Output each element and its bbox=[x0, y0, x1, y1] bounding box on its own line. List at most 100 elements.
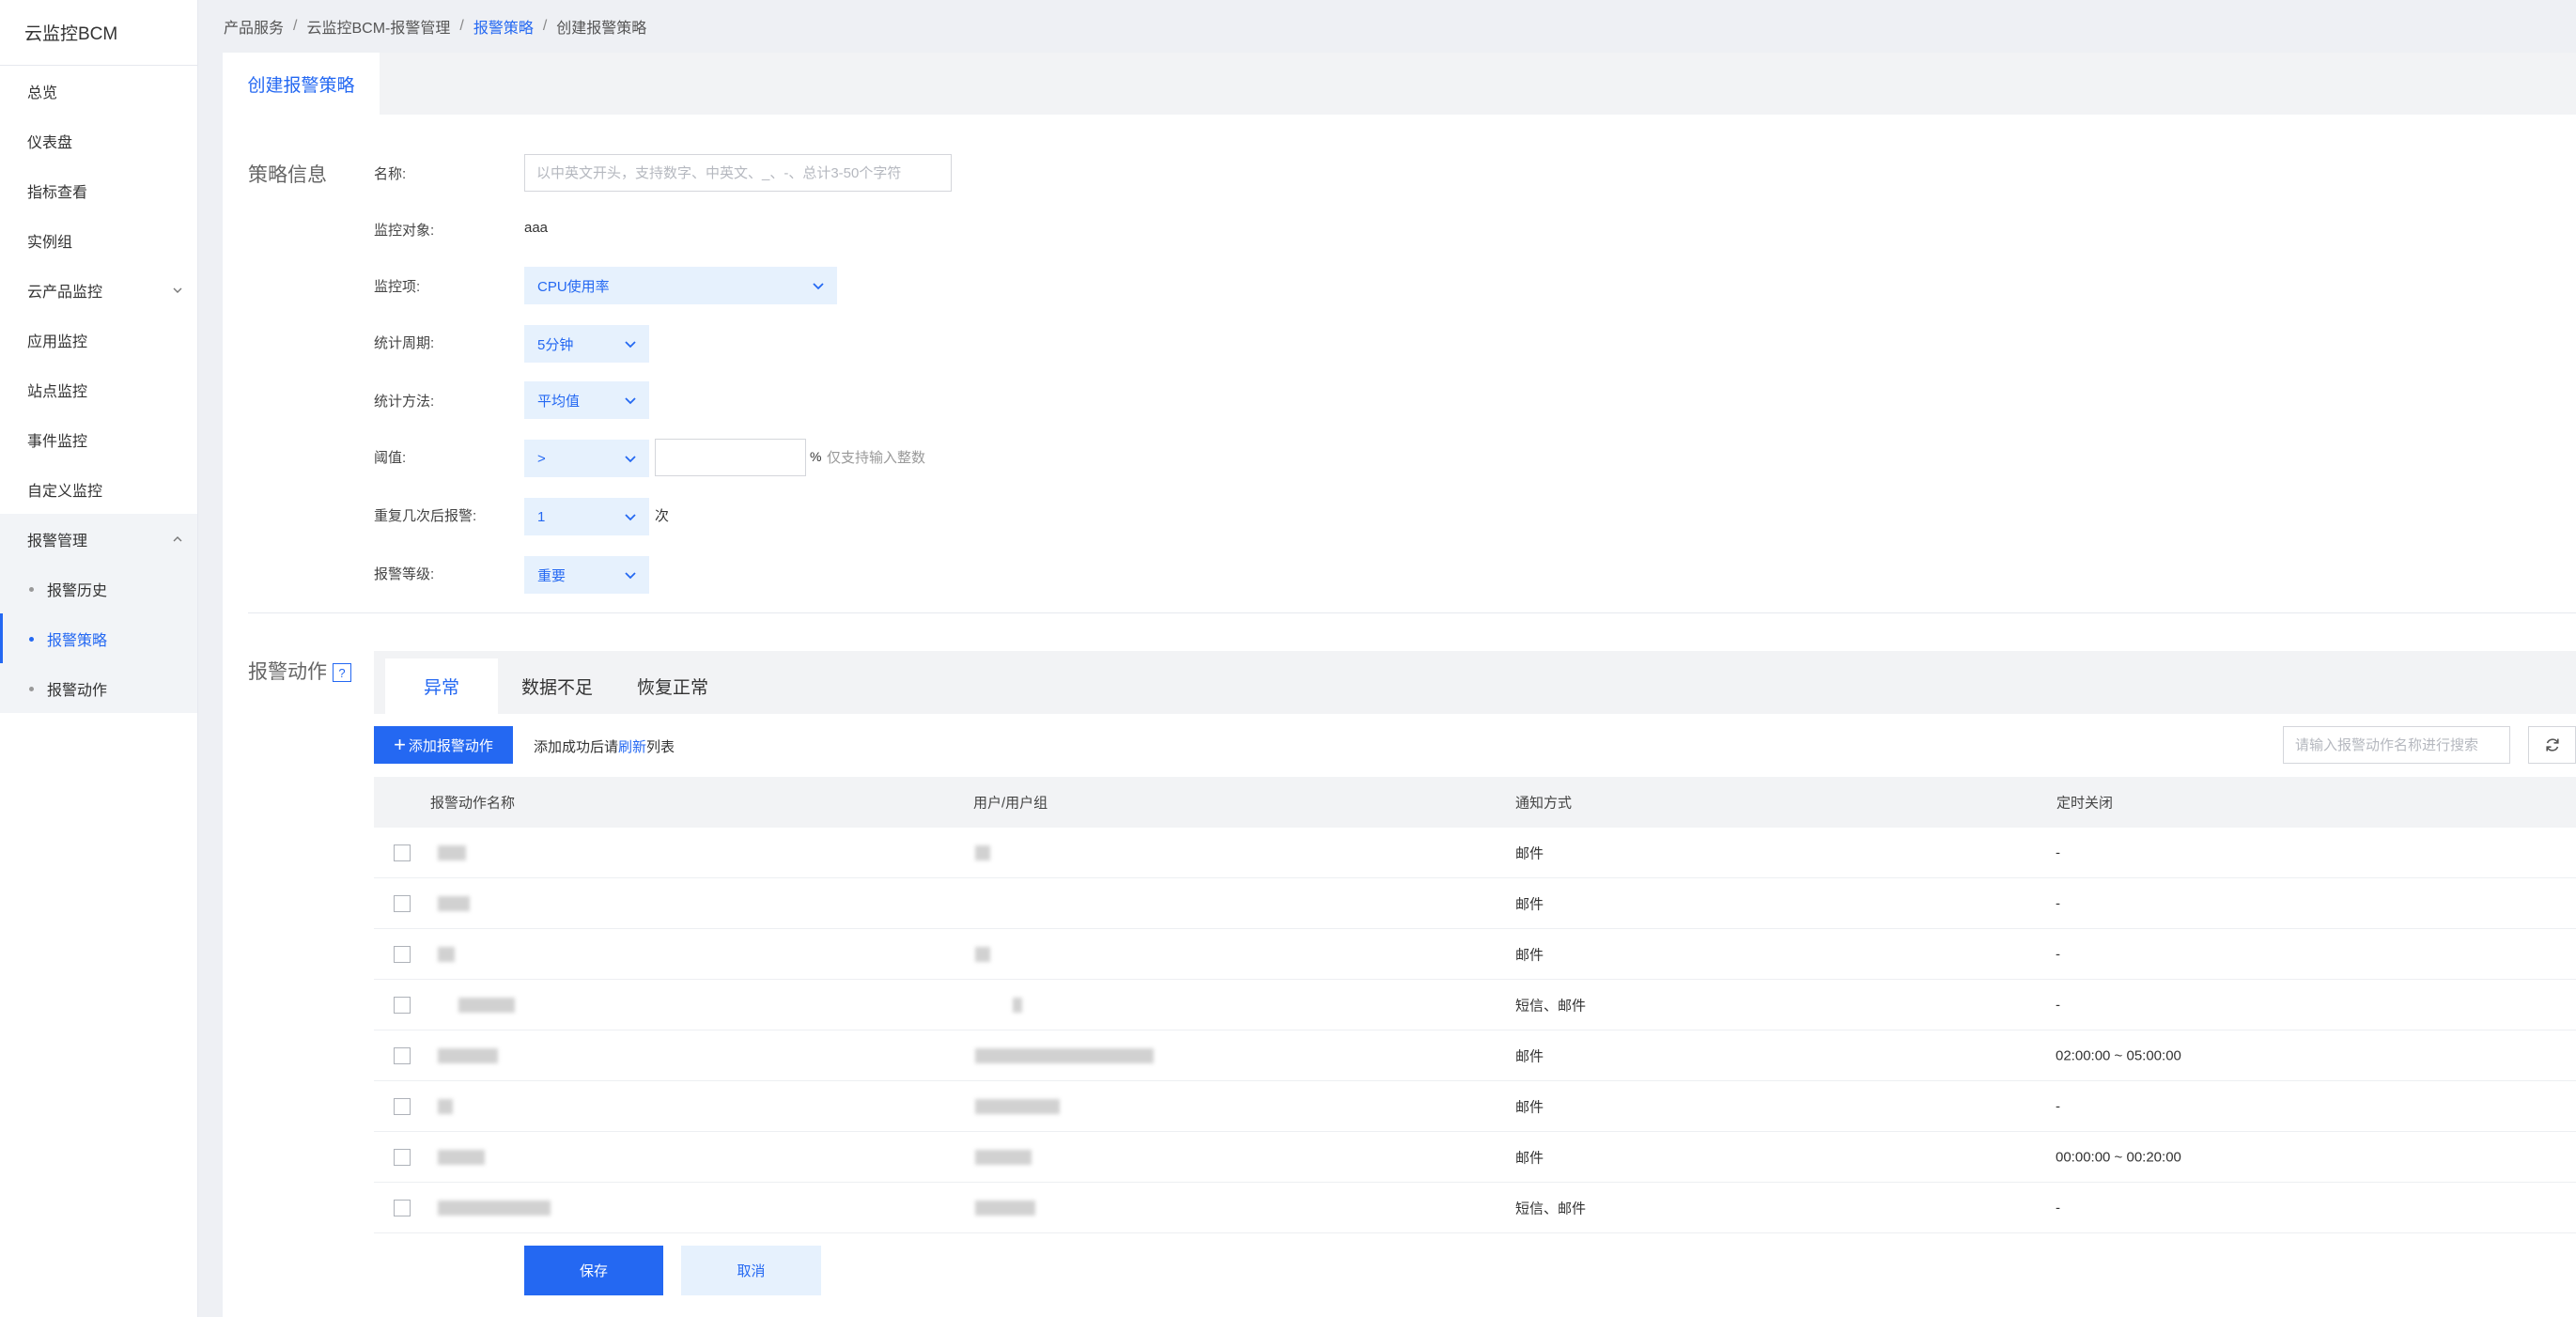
chevron-down-icon bbox=[813, 283, 824, 290]
row-checkbox[interactable] bbox=[394, 1148, 411, 1166]
sidebar-brand: 云监控BCM bbox=[0, 0, 197, 66]
repeat-select[interactable]: 1 bbox=[524, 498, 649, 535]
row-checkbox[interactable] bbox=[394, 1097, 411, 1115]
breadcrumb-item-bcm-alarm[interactable]: 云监控BCM-报警管理 bbox=[306, 15, 450, 38]
cell-schedule: 00:00:00 ~ 00:20:00 bbox=[2056, 1149, 2181, 1165]
sidebar-item-instance-group[interactable]: 实例组 bbox=[0, 215, 197, 265]
sidebar-item-site-monitor[interactable]: 站点监控 bbox=[0, 364, 197, 414]
method-select-value: 平均值 bbox=[537, 393, 581, 410]
table-row[interactable]: 邮件 - bbox=[374, 1081, 2576, 1132]
sidebar-item-label: 自定义监控 bbox=[27, 483, 103, 500]
sidebar-item-custom-monitor[interactable]: 自定义监控 bbox=[0, 464, 197, 514]
threshold-operator-select[interactable]: > bbox=[524, 440, 649, 477]
sidebar-item-label: 仪表盘 bbox=[27, 134, 73, 151]
row-checkbox[interactable] bbox=[394, 1046, 411, 1064]
add-action-button[interactable]: + 添加报警动作 bbox=[374, 726, 513, 764]
cell-schedule: - bbox=[2056, 895, 2060, 911]
table-row[interactable]: 邮件 00:00:00 ~ 00:20:00 bbox=[374, 1132, 2576, 1183]
sidebar-item-label: 站点监控 bbox=[27, 383, 88, 400]
refresh-button[interactable] bbox=[2528, 726, 2576, 764]
table-row[interactable]: 邮件 02:00:00 ~ 05:00:00 bbox=[374, 1030, 2576, 1081]
name-input[interactable] bbox=[524, 154, 952, 192]
sidebar-item-label: 实例组 bbox=[27, 234, 73, 251]
sidebar-subitem-alarm-history[interactable]: 报警历史 bbox=[0, 564, 197, 613]
tab-abnormal[interactable]: 异常 bbox=[385, 658, 498, 714]
actions-section-title-text: 报警动作 bbox=[248, 661, 327, 683]
table-row[interactable]: 短信、邮件 - bbox=[374, 1183, 2576, 1233]
name-label: 名称: bbox=[374, 166, 407, 182]
table-row[interactable]: 邮件 - bbox=[374, 929, 2576, 980]
row-checkbox[interactable] bbox=[394, 945, 411, 963]
action-search-input[interactable] bbox=[2283, 726, 2510, 764]
sidebar-item-overview[interactable]: 总览 bbox=[0, 66, 197, 116]
level-select-value: 重要 bbox=[537, 567, 566, 584]
redacted-user-group bbox=[975, 1098, 1060, 1114]
redacted-user-group bbox=[975, 1200, 1035, 1216]
sidebar-subitem-label: 报警策略 bbox=[47, 632, 108, 649]
table-row[interactable]: 邮件 - bbox=[374, 878, 2576, 929]
target-label: 监控对象: bbox=[374, 223, 435, 239]
metric-select[interactable]: CPU使用率 bbox=[524, 267, 837, 304]
plus-icon: + bbox=[394, 733, 406, 756]
cell-schedule: - bbox=[2056, 1098, 2060, 1114]
section-divider bbox=[248, 612, 2576, 613]
sidebar-subitem-label: 报警动作 bbox=[47, 682, 108, 699]
table-row[interactable]: 邮件 - bbox=[374, 828, 2576, 878]
redacted-action-name bbox=[438, 1200, 551, 1216]
period-select[interactable]: 5分钟 bbox=[524, 325, 649, 363]
table-header: 报警动作名称 用户/用户组 通知方式 定时关闭 bbox=[374, 777, 2576, 828]
redacted-user-group bbox=[975, 1047, 1154, 1063]
row-checkbox[interactable] bbox=[394, 996, 411, 1014]
cell-notify: 邮件 bbox=[1515, 947, 1544, 963]
sidebar-item-dashboard[interactable]: 仪表盘 bbox=[0, 116, 197, 165]
redacted-user-group bbox=[975, 946, 990, 962]
row-checkbox[interactable] bbox=[394, 844, 411, 861]
breadcrumb-item-current: 创建报警策略 bbox=[556, 21, 647, 37]
sidebar-subitem-alarm-policy[interactable]: 报警策略 bbox=[0, 613, 197, 663]
add-action-button-label: 添加报警动作 bbox=[408, 737, 493, 754]
cell-schedule: - bbox=[2056, 946, 2060, 962]
sidebar: 云监控BCM 总览 仪表盘 指标查看 实例组 云产品监控 应用监控 站点监控 事… bbox=[0, 0, 198, 1317]
save-button[interactable]: 保存 bbox=[524, 1246, 663, 1295]
help-icon[interactable]: ? bbox=[333, 663, 351, 683]
tab-insufficient-data[interactable]: 数据不足 bbox=[505, 658, 609, 714]
cell-schedule: - bbox=[2056, 844, 2060, 860]
sidebar-item-app-monitor[interactable]: 应用监控 bbox=[0, 315, 197, 364]
sidebar-item-label: 总览 bbox=[27, 85, 58, 101]
chevron-up-icon bbox=[173, 535, 182, 541]
bullet-icon bbox=[29, 686, 34, 691]
sidebar-item-alarm-management[interactable]: 报警管理 bbox=[0, 514, 197, 564]
repeat-unit: 次 bbox=[655, 508, 670, 524]
chevron-down-icon bbox=[625, 341, 636, 349]
redacted-action-name bbox=[438, 844, 466, 860]
threshold-input[interactable] bbox=[655, 439, 806, 476]
cell-schedule: - bbox=[2056, 1200, 2060, 1216]
breadcrumb-item-products[interactable]: 产品服务 bbox=[224, 15, 284, 38]
level-select[interactable]: 重要 bbox=[524, 556, 649, 594]
sidebar-item-metrics[interactable]: 指标查看 bbox=[0, 165, 197, 215]
row-checkbox[interactable] bbox=[394, 1199, 411, 1216]
sidebar-nav: 总览 仪表盘 指标查看 实例组 云产品监控 应用监控 站点监控 事件监控 自定义… bbox=[0, 66, 197, 713]
sidebar-item-label: 报警管理 bbox=[27, 533, 88, 550]
tab-recovered[interactable]: 恢复正常 bbox=[616, 658, 729, 714]
main-panel: 创建报警策略 策略信息 名称: 监控对象: aaa 监控项: CPU使用率 统计… bbox=[223, 53, 2576, 1317]
cancel-button[interactable]: 取消 bbox=[681, 1246, 821, 1295]
row-checkbox[interactable] bbox=[394, 894, 411, 912]
threshold-operator-value: > bbox=[537, 450, 546, 467]
sidebar-item-event-monitor[interactable]: 事件监控 bbox=[0, 414, 197, 464]
sidebar-subitem-alarm-action[interactable]: 报警动作 bbox=[0, 663, 197, 713]
sidebar-item-label: 事件监控 bbox=[27, 433, 88, 450]
period-label: 统计周期: bbox=[374, 335, 435, 351]
tab-create-policy[interactable]: 创建报警策略 bbox=[223, 53, 380, 115]
column-header-users: 用户/用户组 bbox=[973, 795, 1048, 812]
method-select[interactable]: 平均值 bbox=[524, 381, 649, 419]
breadcrumb-item-alarm-policy[interactable]: 报警策略 bbox=[473, 15, 534, 38]
table-row[interactable]: 短信、邮件 - bbox=[374, 980, 2576, 1030]
cell-schedule: 02:00:00 ~ 05:00:00 bbox=[2056, 1047, 2181, 1063]
breadcrumb-separator: / bbox=[459, 18, 464, 34]
refresh-link[interactable]: 刷新 bbox=[618, 739, 646, 755]
period-select-value: 5分钟 bbox=[537, 336, 574, 353]
sidebar-item-cloud-product-monitor[interactable]: 云产品监控 bbox=[0, 265, 197, 315]
threshold-unit: % bbox=[810, 449, 822, 464]
sidebar-subitem-label: 报警历史 bbox=[47, 582, 108, 599]
